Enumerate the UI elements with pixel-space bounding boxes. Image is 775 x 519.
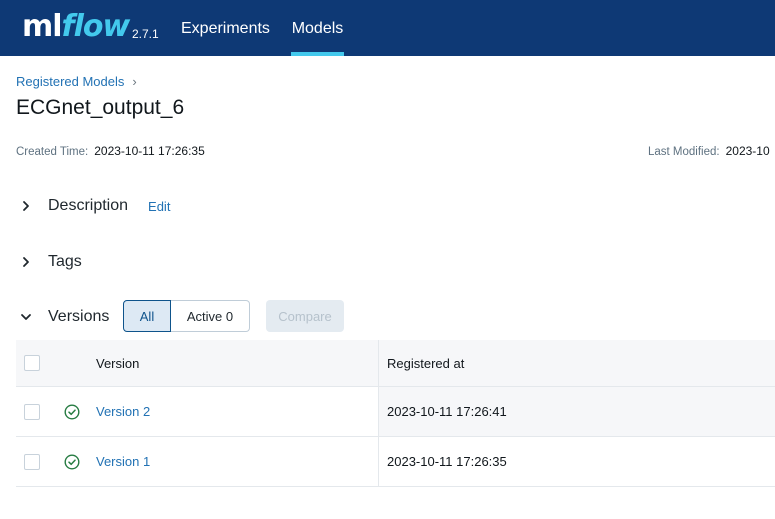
logo-flow-text: flow — [61, 9, 131, 44]
column-divider — [378, 340, 379, 386]
versions-table: Version Registered at Version 2 2023-10-… — [16, 340, 775, 487]
column-header-version[interactable]: Version — [96, 340, 139, 386]
version-link[interactable]: Version 2 — [96, 404, 150, 419]
version-link[interactable]: Version 1 — [96, 454, 150, 469]
column-divider — [378, 437, 379, 486]
version-cell: Version 1 — [96, 437, 150, 486]
created-time: Created Time: 2023-10-11 17:26:35 — [16, 144, 205, 158]
breadcrumb-separator: › — [132, 74, 137, 89]
top-navbar: ml flow 2.7.1 Experiments Models — [0, 0, 775, 56]
tags-section-header[interactable]: Tags — [16, 247, 82, 277]
active-nav-indicator — [291, 52, 344, 56]
registered-at-cell: 2023-10-11 17:26:41 — [387, 404, 507, 419]
breadcrumb-registered-models[interactable]: Registered Models — [16, 74, 124, 89]
column-header-registered-at[interactable]: Registered at — [387, 340, 464, 386]
versions-title: Versions — [48, 308, 110, 325]
column-divider — [378, 387, 379, 436]
last-modified-label: Last Modified: — [648, 146, 720, 158]
description-title: Description — [48, 197, 129, 214]
row-checkbox[interactable] — [24, 453, 40, 470]
breadcrumb: Registered Models › — [16, 74, 137, 89]
tags-title: Tags — [48, 253, 82, 270]
page-title: ECGnet_output_6 — [16, 96, 185, 119]
chevron-right-icon[interactable] — [16, 252, 36, 272]
check-circle-icon — [64, 403, 80, 420]
created-time-label: Created Time: — [16, 146, 89, 158]
registered-at-cell: 2023-10-11 17:26:35 — [387, 454, 507, 469]
mlflow-logo[interactable]: ml flow — [22, 5, 131, 49]
created-time-value: 2023-10-11 17:26:35 — [94, 144, 205, 158]
select-all-checkbox[interactable] — [24, 355, 40, 371]
version-cell: Version 2 — [96, 387, 150, 436]
table-header-row: Version Registered at — [16, 340, 775, 387]
filter-all-button[interactable]: All — [123, 300, 171, 332]
version-filter-toggle: All Active 0 — [123, 300, 250, 332]
chevron-down-icon[interactable] — [16, 307, 36, 327]
table-row: Version 2 2023-10-11 17:26:41 — [16, 387, 775, 437]
nav-models[interactable]: Models — [291, 0, 344, 56]
last-modified-value: 2023-10 — [725, 144, 770, 158]
description-edit-link[interactable]: Edit — [148, 199, 170, 214]
versions-section-header[interactable]: Versions — [16, 302, 109, 332]
description-section-header[interactable]: Description Edit — [16, 191, 170, 221]
check-circle-icon — [64, 453, 80, 470]
last-modified: Last Modified: 2023-10 — [648, 144, 770, 158]
table-row: Version 1 2023-10-11 17:26:35 — [16, 437, 775, 487]
chevron-right-icon[interactable] — [16, 196, 36, 216]
compare-button[interactable]: Compare — [266, 300, 344, 332]
version-label: 2.7.1 — [132, 27, 159, 41]
nav-experiments[interactable]: Experiments — [181, 0, 270, 56]
row-checkbox[interactable] — [24, 403, 40, 420]
filter-active-button[interactable]: Active 0 — [171, 300, 250, 332]
logo-ml-text: ml — [22, 9, 63, 44]
